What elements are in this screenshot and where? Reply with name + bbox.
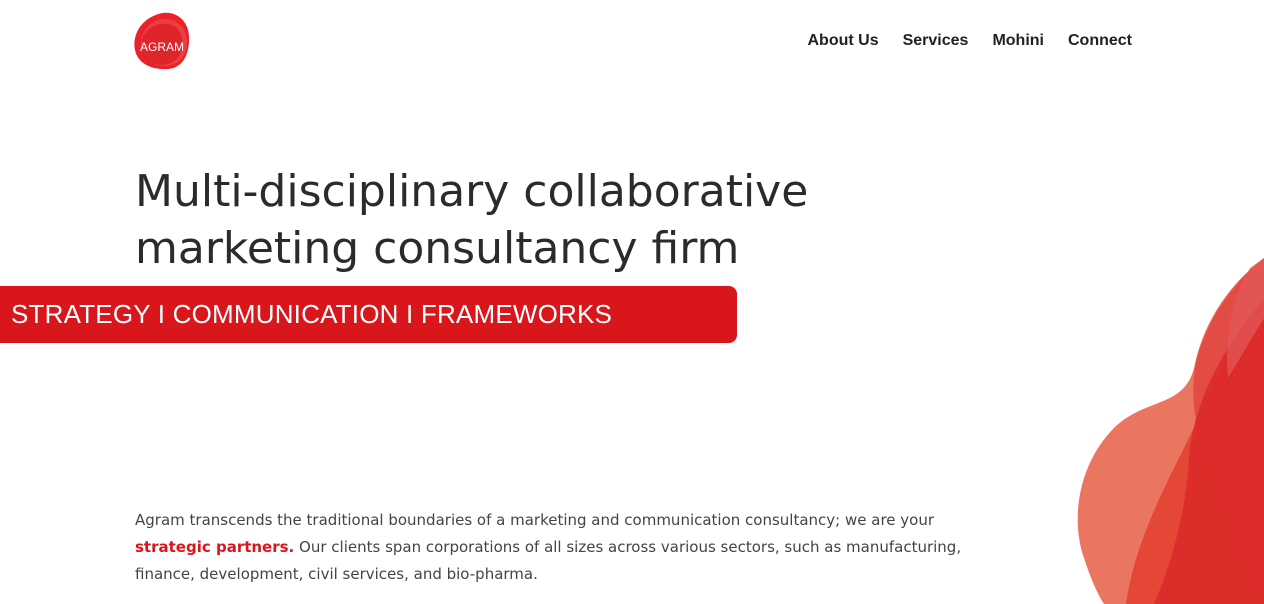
nav-connect-link[interactable]: Connect [1068,30,1132,52]
nav-mohini-link[interactable]: Mohini [992,30,1044,52]
intro-text-before: Agram transcends the traditional boundar… [135,511,935,529]
logo-blob-icon: AGRAM [134,12,190,70]
strategic-partners-highlight: strategic partners. [135,538,295,556]
svg-text:AGRAM: AGRAM [140,40,184,54]
agram-logo[interactable]: AGRAM [132,10,192,72]
hero-title-line1: Multi-disciplinary collaborative [135,166,809,217]
hero-title-line2: marketing consultancy firm [135,223,740,274]
tagline-banner: STRATEGY I COMMUNICATION I FRAMEWORKS [0,286,737,343]
nav-services-link[interactable]: Services [903,30,969,52]
tagline-text: STRATEGY I COMMUNICATION I FRAMEWORKS [11,299,613,329]
hero-title: Multi-disciplinary collaborative marketi… [135,163,935,277]
nav-about-us-link[interactable]: About Us [808,30,879,52]
abstract-red-blob-icon [1074,258,1264,604]
main-nav: About Us Services Mohini Connect [808,30,1133,52]
intro-paragraph: Agram transcends the traditional boundar… [135,507,975,588]
